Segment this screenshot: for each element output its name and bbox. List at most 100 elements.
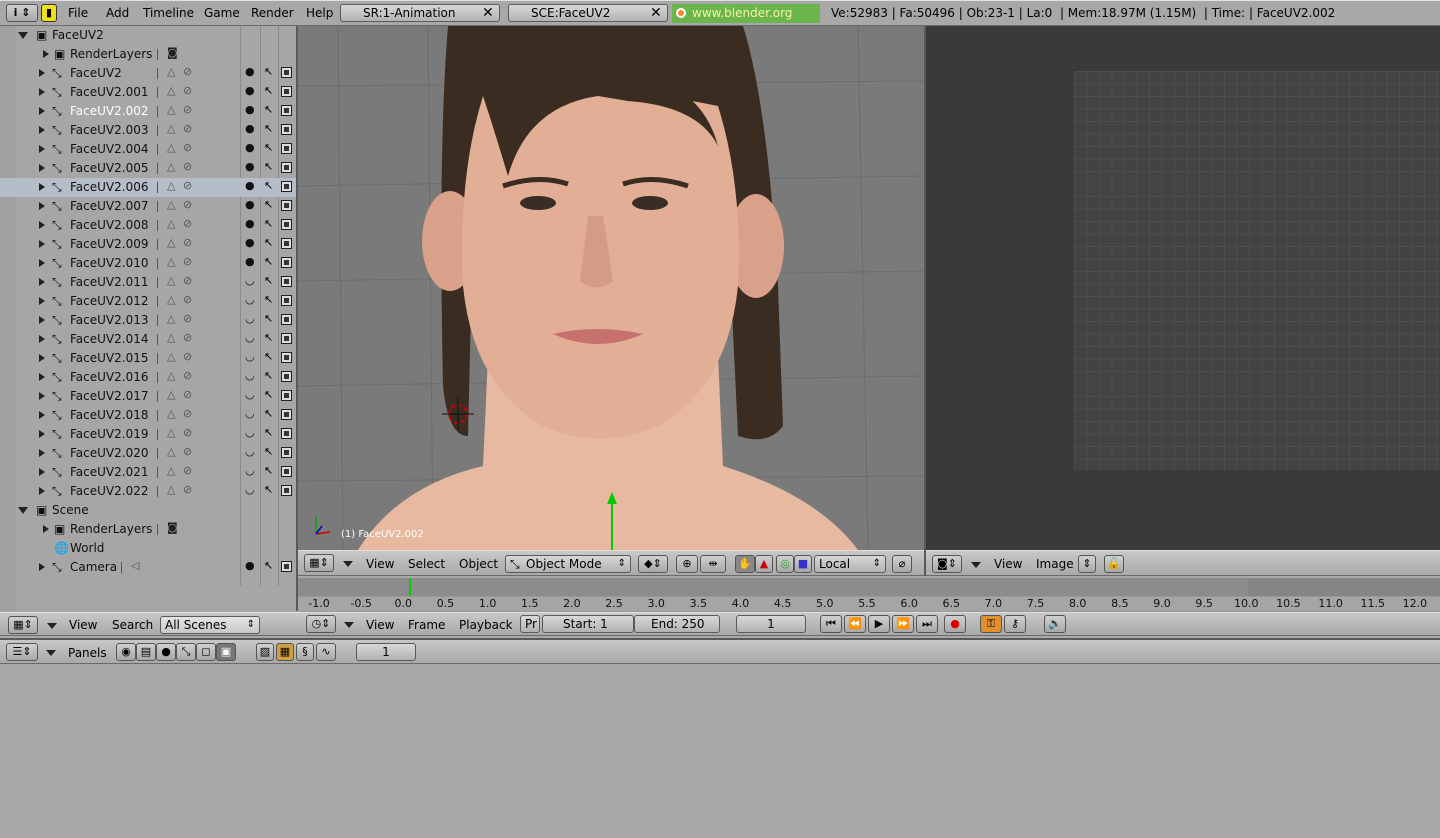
- modifier-icon[interactable]: △: [167, 426, 175, 439]
- outliner-row-object[interactable]: ⤡ FaceUV2.019 △ ⊘ ◡ ↖: [0, 425, 296, 444]
- visibility-eye-icon[interactable]: ●: [245, 103, 255, 116]
- image-window-type-icon[interactable]: ◙⇕: [932, 555, 962, 573]
- expand-arrow-icon[interactable]: [39, 126, 45, 134]
- outliner-row-object[interactable]: ⤡ FaceUV2.012 △ ⊘ ◡ ↖: [0, 292, 296, 311]
- draw-type-icon[interactable]: ◆⇕: [638, 555, 668, 573]
- end-frame-field[interactable]: End: 250: [634, 615, 720, 633]
- constraint-icon[interactable]: ⊘: [183, 103, 192, 116]
- menu-add[interactable]: Add: [106, 4, 129, 22]
- modifier-icon[interactable]: △: [167, 160, 175, 173]
- constraint-icon[interactable]: ⊘: [183, 198, 192, 211]
- constraint-icon[interactable]: ⊘: [183, 369, 192, 382]
- renderable-icon[interactable]: [281, 352, 292, 363]
- modifier-icon[interactable]: △: [167, 122, 175, 135]
- preview-range-toggle[interactable]: Pr: [520, 615, 540, 633]
- panels-menu[interactable]: Panels: [68, 644, 107, 662]
- selectable-cursor-icon[interactable]: ↖: [264, 293, 273, 306]
- outliner-row-object[interactable]: ⤡ FaceUV2.008 △ ⊘ ● ↖: [0, 216, 296, 235]
- visibility-eye-icon[interactable]: ◡: [245, 464, 255, 477]
- expand-arrow-icon[interactable]: [39, 202, 45, 210]
- jump-start-icon[interactable]: ⏮: [820, 615, 842, 633]
- selectable-cursor-icon[interactable]: ↖: [264, 103, 273, 116]
- outliner-row-object[interactable]: ⤡ FaceUV2.007 △ ⊘ ● ↖: [0, 197, 296, 216]
- outliner-row-object[interactable]: ⤡ FaceUV2.010 △ ⊘ ● ↖: [0, 254, 296, 273]
- renderable-icon[interactable]: [281, 219, 292, 230]
- pivot-icon[interactable]: ⊕: [676, 555, 698, 573]
- selectable-cursor-icon[interactable]: ↖: [264, 483, 273, 496]
- timeline-window-type-icon[interactable]: ◷⇕: [306, 615, 336, 633]
- modifier-icon[interactable]: △: [167, 445, 175, 458]
- image-menu-view[interactable]: View: [994, 555, 1022, 573]
- outliner-row-object[interactable]: ⤡ FaceUV2.014 △ ⊘ ◡ ↖: [0, 330, 296, 349]
- constraint-icon[interactable]: ⊘: [183, 65, 192, 78]
- scene-selector[interactable]: SCE:FaceUV2: [508, 4, 668, 22]
- render-sub-icon[interactable]: ▨: [256, 643, 274, 661]
- manipulator-hand-icon[interactable]: ✋: [735, 555, 755, 573]
- visibility-eye-icon[interactable]: ◡: [245, 312, 255, 325]
- renderable-icon[interactable]: [281, 181, 292, 192]
- logic-context-icon[interactable]: ◉: [116, 643, 136, 661]
- visibility-eye-icon[interactable]: ◡: [245, 350, 255, 363]
- expand-arrow-icon[interactable]: [39, 373, 45, 381]
- outliner-row-object[interactable]: ⤡ FaceUV2.006 △ ⊘ ● ↖: [0, 178, 296, 197]
- outliner-row-object[interactable]: ⤡ FaceUV2.021 △ ⊘ ◡ ↖: [0, 463, 296, 482]
- selectable-cursor-icon[interactable]: ↖: [264, 464, 273, 477]
- scene-context-icon[interactable]: ▣: [216, 643, 236, 661]
- visibility-eye-icon[interactable]: ◡: [245, 388, 255, 401]
- next-keyframe-icon[interactable]: ⏩: [892, 615, 914, 633]
- constraint-icon[interactable]: ⊘: [183, 84, 192, 97]
- constraint-icon[interactable]: ⊘: [183, 388, 192, 401]
- collapse-header-icon[interactable]: [344, 622, 354, 628]
- viewport-menu-object[interactable]: Object: [459, 555, 498, 573]
- outliner-menu-search[interactable]: Search: [112, 616, 153, 634]
- collapse-header-icon[interactable]: [971, 562, 981, 568]
- jump-end-icon[interactable]: ⏭: [916, 615, 938, 633]
- image-menu-image[interactable]: Image: [1036, 555, 1074, 573]
- prev-keyframe-icon[interactable]: ⏪: [844, 615, 866, 633]
- viewport-menu-select[interactable]: Select: [408, 555, 445, 573]
- constraint-icon[interactable]: ⊘: [183, 350, 192, 363]
- outliner-row-camera[interactable]: ⤡ Camera ◁ ● ↖: [0, 558, 296, 577]
- window-type-icon[interactable]: ▦⇕: [8, 616, 38, 634]
- renderable-icon[interactable]: [281, 276, 292, 287]
- constraint-icon[interactable]: ⊘: [183, 236, 192, 249]
- insert-keyframe-icon[interactable]: ⚷: [1004, 615, 1026, 633]
- modifier-icon[interactable]: △: [167, 255, 175, 268]
- modifier-icon[interactable]: △: [167, 350, 175, 363]
- expand-arrow-icon[interactable]: [39, 88, 45, 96]
- selectable-cursor-icon[interactable]: ↖: [264, 407, 273, 420]
- expand-arrow-icon[interactable]: [39, 468, 45, 476]
- timeline-menu-playback[interactable]: Playback: [459, 616, 513, 634]
- selectable-cursor-icon[interactable]: ↖: [264, 350, 273, 363]
- constraint-icon[interactable]: ⊘: [183, 445, 192, 458]
- outliner-row-root[interactable]: ▣ FaceUV2: [0, 26, 296, 45]
- viewport-menu-view[interactable]: View: [366, 555, 394, 573]
- outliner-row-object[interactable]: ⤡ FaceUV2.020 △ ⊘ ◡ ↖: [0, 444, 296, 463]
- expand-arrow-icon[interactable]: [39, 221, 45, 229]
- area-divider[interactable]: [924, 26, 926, 576]
- modifier-icon[interactable]: △: [167, 407, 175, 420]
- visibility-eye-icon[interactable]: ●: [245, 255, 255, 268]
- expand-arrow-icon[interactable]: [39, 563, 45, 571]
- info-window-icon[interactable]: i ⇕: [6, 4, 38, 22]
- renderable-icon[interactable]: [281, 428, 292, 439]
- current-frame-field[interactable]: 1: [736, 615, 806, 633]
- renderable-icon[interactable]: [281, 447, 292, 458]
- 3d-viewport[interactable]: (1) FaceUV2.002: [298, 26, 924, 550]
- selectable-cursor-icon[interactable]: ↖: [264, 331, 273, 344]
- expand-arrow-icon[interactable]: [39, 354, 45, 362]
- selectable-cursor-icon[interactable]: ↖: [264, 65, 273, 78]
- shading-context-icon[interactable]: ●: [156, 643, 176, 661]
- outliner-row-scene[interactable]: ▣ Scene: [0, 501, 296, 520]
- expand-arrow-icon[interactable]: [39, 145, 45, 153]
- visibility-eye-icon[interactable]: ◡: [245, 293, 255, 306]
- visibility-eye-icon[interactable]: ●: [245, 236, 255, 249]
- renderable-icon[interactable]: [281, 561, 292, 572]
- modifier-icon[interactable]: △: [167, 141, 175, 154]
- visibility-eye-icon[interactable]: ◡: [245, 483, 255, 496]
- outliner-row-object[interactable]: ⤡ FaceUV2.002 △ ⊘ ● ↖: [0, 102, 296, 121]
- sound-sub-icon[interactable]: §: [296, 643, 314, 661]
- outliner-row-object[interactable]: ⤡ FaceUV2.022 △ ⊘ ◡ ↖: [0, 482, 296, 501]
- menu-file[interactable]: File: [68, 4, 88, 22]
- outliner-row-object[interactable]: ⤡ FaceUV2.005 △ ⊘ ● ↖: [0, 159, 296, 178]
